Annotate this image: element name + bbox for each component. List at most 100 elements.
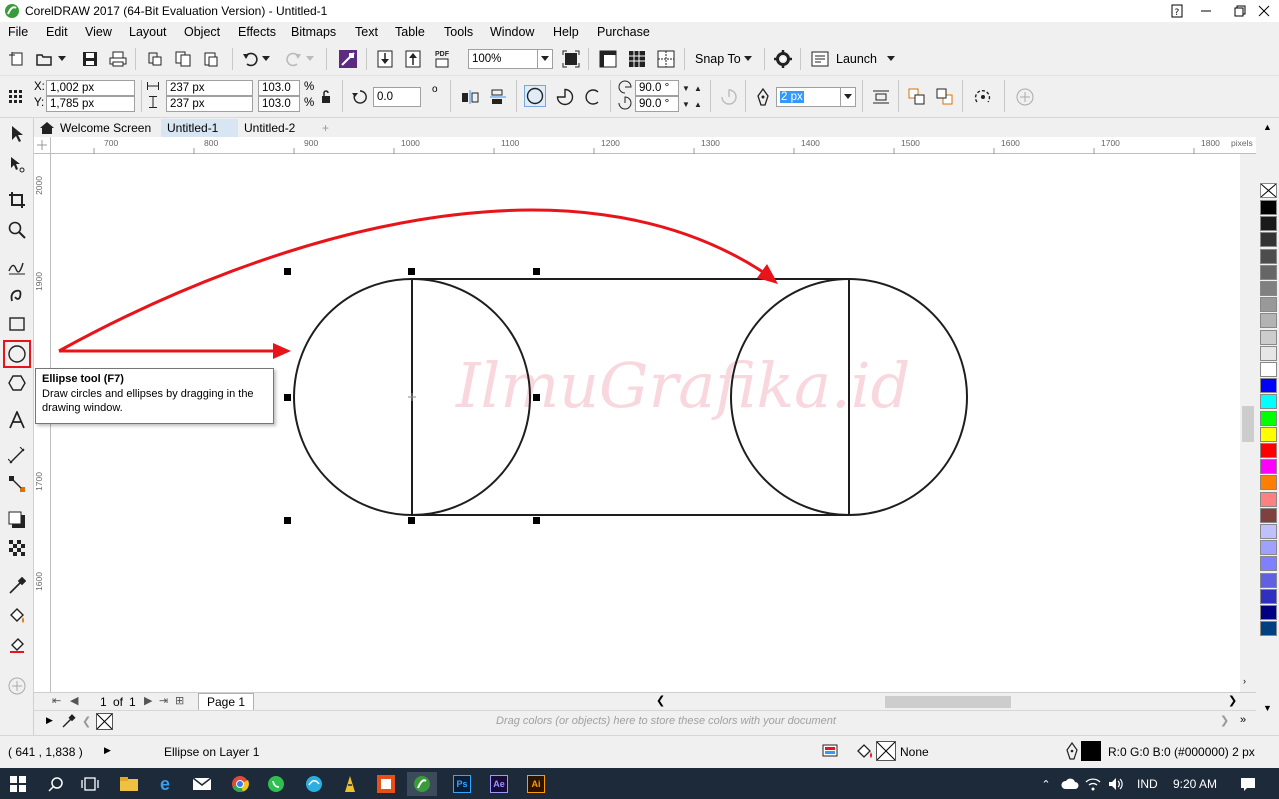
redo-dropdown-icon[interactable] xyxy=(304,48,316,70)
browser-icon[interactable] xyxy=(302,772,326,796)
artistic-media-tool[interactable] xyxy=(5,282,29,306)
color-swatch[interactable] xyxy=(1260,232,1277,248)
palette-scroll-up-icon[interactable]: ▲ xyxy=(1263,122,1272,132)
pie-mode-icon[interactable] xyxy=(554,86,576,108)
next-page-icon[interactable]: ▶ xyxy=(144,694,152,707)
color-swatch[interactable] xyxy=(1260,426,1277,442)
scroll-right-icon[interactable]: ❯ xyxy=(1228,694,1237,707)
to-front-icon[interactable] xyxy=(906,86,928,108)
vertical-scroll-thumb[interactable] xyxy=(1242,406,1254,442)
show-guidelines-icon[interactable] xyxy=(655,48,677,70)
color-swatch[interactable] xyxy=(1260,621,1277,637)
color-swatch[interactable] xyxy=(1260,394,1277,410)
import-icon[interactable] xyxy=(144,48,166,70)
parallel-dimension-tool[interactable] xyxy=(5,444,29,468)
color-swatch[interactable] xyxy=(1260,264,1277,280)
text-tool[interactable] xyxy=(5,408,29,432)
menu-view[interactable]: View xyxy=(85,25,112,39)
lock-ratio-icon[interactable] xyxy=(318,86,334,108)
menu-file[interactable]: File xyxy=(8,25,28,39)
crop-tool[interactable] xyxy=(5,188,29,212)
task-view-icon[interactable] xyxy=(78,772,102,796)
color-swatch[interactable] xyxy=(1260,491,1277,507)
tab-untitled-1[interactable]: Untitled-1 xyxy=(161,119,238,137)
x-position-input[interactable]: 1,002 px xyxy=(46,80,135,96)
color-swatch[interactable] xyxy=(1260,524,1277,539)
redo-icon[interactable] xyxy=(282,48,304,70)
add-tool-icon[interactable] xyxy=(5,674,29,698)
interactive-fill-tool[interactable] xyxy=(5,604,29,628)
undo-icon[interactable] xyxy=(240,48,262,70)
start-angle-spinner-up-icon[interactable]: ▲ xyxy=(692,80,704,96)
photoshop-icon[interactable]: Ps xyxy=(450,772,474,796)
after-effects-icon[interactable]: Ae xyxy=(487,772,511,796)
show-grid-icon[interactable] xyxy=(626,48,648,70)
chrome-icon[interactable] xyxy=(228,772,252,796)
import-file-icon[interactable] xyxy=(374,48,396,70)
status-expand-icon[interactable]: ▶ xyxy=(104,745,111,756)
windows-start-icon[interactable] xyxy=(6,772,30,796)
menu-text[interactable]: Text xyxy=(355,25,378,39)
menu-table[interactable]: Table xyxy=(395,25,425,39)
snap-to-dropdown-icon[interactable] xyxy=(741,48,755,70)
eyedropper-icon[interactable] xyxy=(62,714,76,731)
menu-object[interactable]: Object xyxy=(184,25,220,39)
copy-icon[interactable] xyxy=(172,48,194,70)
new-tab-button[interactable]: + xyxy=(316,119,336,137)
end-angle-spinner-up-icon[interactable]: ▲ xyxy=(692,96,704,112)
document-palette-right-icon[interactable]: ❯ xyxy=(1220,714,1229,727)
no-color-swatch[interactable] xyxy=(1260,183,1277,198)
palette-scroll-down-icon[interactable]: ▼ xyxy=(1263,703,1272,713)
horizontal-scroll-thumb[interactable] xyxy=(885,696,1011,708)
drop-shadow-tool[interactable] xyxy=(5,508,29,532)
height-input[interactable]: 237 px xyxy=(166,96,253,112)
no-color-swatch[interactable] xyxy=(96,713,113,730)
add-page-icon[interactable]: ⊞ xyxy=(175,694,184,707)
file-explorer-icon[interactable] xyxy=(117,772,141,796)
clock[interactable]: 9:20 AM xyxy=(1173,777,1217,791)
color-swatch[interactable] xyxy=(1260,378,1277,394)
color-swatch[interactable] xyxy=(1260,507,1277,523)
outline-width-dropdown-icon[interactable] xyxy=(840,88,855,106)
last-page-icon[interactable]: ⇥ xyxy=(159,694,168,707)
first-page-icon[interactable]: ⇤ xyxy=(52,694,61,707)
search-content-icon[interactable] xyxy=(337,48,359,70)
color-swatch[interactable] xyxy=(1260,410,1277,426)
document-palette-menu-icon[interactable]: ▶ xyxy=(46,715,53,726)
cloud-icon[interactable] xyxy=(1058,772,1082,796)
tab-untitled-2[interactable]: Untitled-2 xyxy=(238,119,314,137)
outline-width-select[interactable]: 2 px xyxy=(776,87,856,107)
undo-dropdown-icon[interactable] xyxy=(260,48,272,70)
add-property-icon[interactable] xyxy=(1014,86,1036,108)
color-swatch[interactable] xyxy=(1260,556,1277,572)
arc-direction-icon[interactable] xyxy=(718,86,740,108)
color-swatch[interactable] xyxy=(1260,200,1277,215)
search-icon[interactable] xyxy=(44,772,68,796)
wifi-icon[interactable] xyxy=(1081,772,1105,796)
open-dropdown-icon[interactable] xyxy=(55,48,69,70)
ruler-origin-icon[interactable] xyxy=(34,137,51,154)
selection-handle[interactable] xyxy=(533,268,540,275)
selection-handle[interactable] xyxy=(408,517,415,524)
text-wrap-icon[interactable] xyxy=(870,86,892,108)
zoom-tool[interactable] xyxy=(5,218,29,242)
illustrator-icon[interactable]: Ai xyxy=(524,772,548,796)
full-screen-preview-icon[interactable] xyxy=(560,48,582,70)
end-angle-spinner-icon[interactable]: ▼ xyxy=(680,96,692,112)
close-button[interactable] xyxy=(1250,0,1278,22)
smart-fill-tool[interactable] xyxy=(5,632,29,656)
eyedropper-tool[interactable] xyxy=(5,574,29,598)
color-swatch[interactable] xyxy=(1260,605,1277,620)
launch-icon[interactable] xyxy=(809,48,831,70)
volume-icon[interactable] xyxy=(1104,772,1128,796)
scroll-down-icon[interactable]: › xyxy=(1243,676,1246,686)
export-file-icon[interactable] xyxy=(402,48,424,70)
scroll-left-icon[interactable]: ❮ xyxy=(656,694,665,707)
color-swatch[interactable] xyxy=(1260,443,1277,458)
snap-to-button[interactable]: Snap To xyxy=(695,52,741,66)
selection-handle[interactable] xyxy=(533,517,540,524)
mail-icon[interactable] xyxy=(190,772,214,796)
freehand-tool[interactable] xyxy=(5,254,29,278)
language-indicator[interactable]: IND xyxy=(1137,777,1158,791)
selection-handle[interactable] xyxy=(284,517,291,524)
